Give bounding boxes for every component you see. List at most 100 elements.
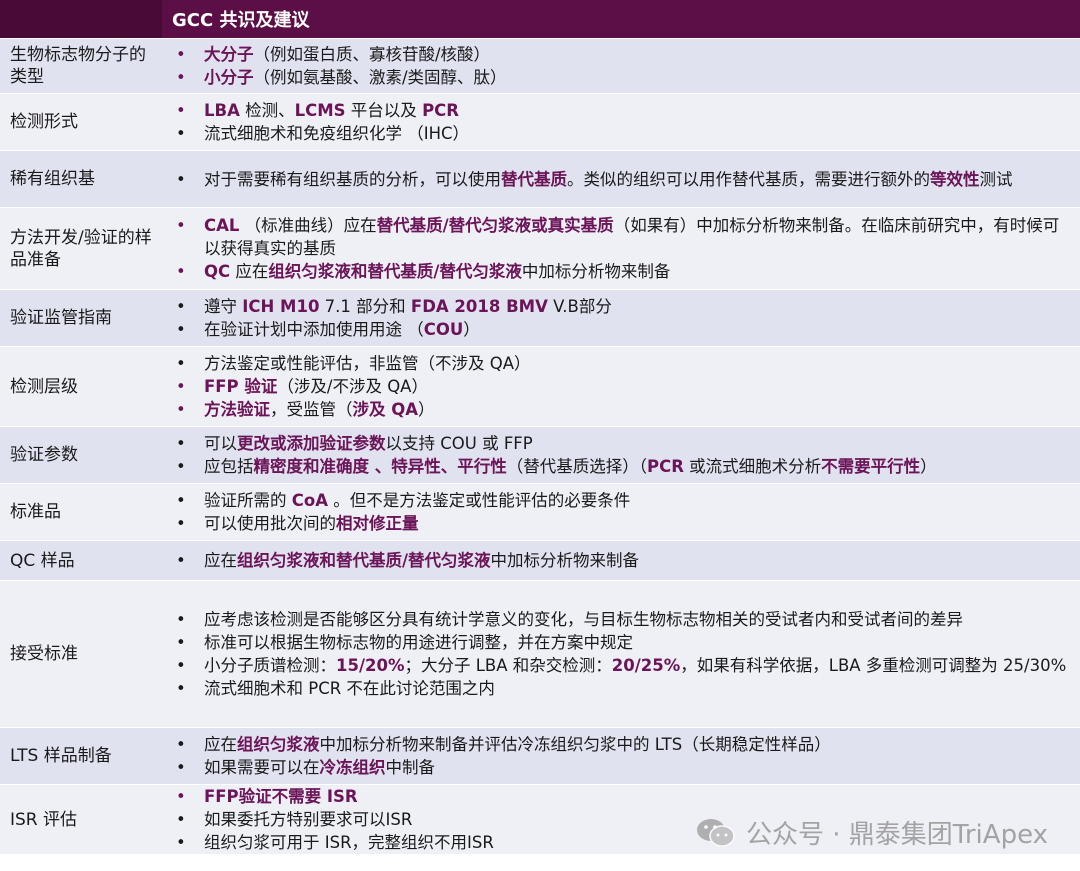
highlight-text: 20/25%: [611, 656, 681, 675]
table-row: 验证参数可以更改或添加验证参数以支持 COU 或 FFP应包括精密度和准确度 、…: [0, 426, 1080, 484]
row-label: 生物标志物分子的类型: [0, 38, 162, 94]
row-content: CAL （标准曲线）应在替代基质/替代匀浆液或真实基质（如果有）中加标分析物来制…: [162, 207, 1080, 290]
highlight-text: 小分子: [204, 68, 254, 87]
table-row: 检测层级 方法鉴定或性能评估，非监管（不涉及 QA） FFP 验证（涉及/不涉及 Q…: [0, 346, 1080, 427]
row-label: ISR 评估: [0, 784, 162, 855]
table-row: LTS 样品制备应在组织匀浆液中加标分析物来制备并评估冷冻组织匀浆中的 LTS（…: [0, 727, 1080, 785]
body-text: 小分子质谱检测：: [204, 656, 336, 675]
body-text: 应包括: [204, 457, 254, 476]
body-text: 。类似的组织可以用作替代基质，需要进行额外的: [567, 169, 930, 189]
body-text: 中加标分析物来制备并评估冷冻组织匀浆中的 LTS（长期稳定性样品）: [319, 735, 831, 754]
table-row: 检测形式LBA 检测、LCMS 平台以及 PCR流式细胞术和免疫组织化学 （IH…: [0, 93, 1080, 151]
highlight-text: LBA: [204, 101, 240, 120]
bullet-list: CAL （标准曲线）应在替代基质/替代匀浆液或真实基质（如果有）中加标分析物来制…: [162, 214, 1074, 283]
row-label: 检测形式: [0, 93, 162, 151]
body-text: ）: [418, 400, 435, 419]
body-text: 应在: [204, 551, 237, 570]
body-text: 应考虑该检测是否能够区分具有统计学意义的变化，与目标生物标志物相关的受试者内和受…: [204, 610, 963, 629]
body-text: 如果需要可以在: [204, 758, 320, 777]
row-label: 验证参数: [0, 426, 162, 484]
row-label: 接受标准: [0, 580, 162, 728]
body-text: 可以: [204, 434, 237, 453]
bullet-list: LBA 检测、LCMS 平台以及 PCR 流式细胞术和免疫组织化学 （IHC）: [162, 99, 1074, 145]
bullet-item: 方法验证，受监管（涉及 QA）: [162, 398, 1074, 421]
bullet-list: 应在组织匀浆液中加标分析物来制备并评估冷冻组织匀浆中的 LTS（长期稳定性样品）…: [162, 733, 1074, 779]
body-text: 可以使用批次间的: [204, 514, 336, 533]
bullet-list: 大分子（例如蛋白质、寡核苷酸/核酸）小分子（例如氨基酸、激素/类固醇、肽）: [162, 43, 1074, 89]
row-label: 检测层级: [0, 346, 162, 427]
highlight-text: QC: [204, 262, 231, 281]
body-text: ，受监管（: [270, 400, 353, 419]
highlight-text: 15/20%: [336, 656, 405, 675]
body-text: ）: [463, 320, 480, 339]
row-content: 应考虑该检测是否能够区分具有统计学意义的变化，与目标生物标志物相关的受试者内和受…: [162, 580, 1080, 728]
highlight-text: 更改或添加验证参数: [237, 434, 386, 453]
row-content: 大分子（例如蛋白质、寡核苷酸/核酸）小分子（例如氨基酸、激素/类固醇、肽）: [162, 38, 1080, 94]
bullet-item: 标准可以根据生物标志物的用途进行调整，并在方案中规定: [162, 631, 1074, 654]
bullet-list: 对于需要稀有组织基质的分析，可以使用替代基质。类似的组织可以用作替代基质，需要进…: [162, 168, 1074, 191]
row-content: 方法鉴定或性能评估，非监管（不涉及 QA） FFP 验证（涉及/不涉及 QA）方法…: [162, 346, 1080, 427]
bullet-list: 验证所需的 CoA 。但不是方法鉴定或性能评估的必要条件可以使用批次间的相对修正…: [162, 489, 1074, 535]
bullet-item: 应考虑该检测是否能够区分具有统计学意义的变化，与目标生物标志物相关的受试者内和受…: [162, 608, 1074, 631]
bullet-item: FFP 验证（涉及/不涉及 QA）: [162, 375, 1074, 398]
highlight-text: 替代基质: [501, 169, 567, 189]
body-text: 7.1 部分和: [319, 297, 411, 316]
highlight-text: 涉及 QA: [352, 400, 419, 419]
body-text: ）: [920, 457, 937, 476]
table-title: GCC 共识及建议: [162, 0, 1080, 39]
table-header-row: GCC 共识及建议: [0, 0, 1080, 39]
table-row: 标准品验证所需的 CoA 。但不是方法鉴定或性能评估的必要条件可以使用批次间的相…: [0, 483, 1080, 541]
body-text: （标准曲线）应在: [239, 216, 377, 235]
highlight-text: LCMS: [294, 101, 346, 120]
table-row: 验证监管指南遵守 ICH M10 7.1 部分和 FDA 2018 BMV V.…: [0, 289, 1080, 347]
highlight-text: 相对修正量: [336, 514, 419, 533]
table-row: 方法开发/验证的样品准备CAL （标准曲线）应在替代基质/替代匀浆液或真实基质（…: [0, 207, 1080, 290]
body-text: ；大分子 LBA 和杂交检测：: [404, 656, 612, 675]
row-label: 验证监管指南: [0, 289, 162, 347]
body-text: 以支持 COU 或 FFP: [385, 434, 533, 453]
highlight-text: 不需要平行性: [821, 457, 921, 476]
bullet-item: 小分子质谱检测：15/20%；大分子 LBA 和杂交检测：20/25%，如果有科…: [162, 654, 1074, 677]
body-text: 对于需要稀有组织基质的分析，可以使用: [204, 169, 501, 189]
row-content: 应在组织匀浆液和替代基质/替代匀浆液中加标分析物来制备: [162, 540, 1080, 581]
watermark: 公众号 · 鼎泰集团TriApex: [696, 814, 1048, 851]
body-text: 组织匀浆可用于 ISR，完整组织不用ISR: [204, 833, 494, 852]
row-label: 稀有组织基: [0, 150, 162, 208]
highlight-text: 等效性: [930, 169, 980, 189]
row-label: 标准品: [0, 483, 162, 541]
row-label: 方法开发/验证的样品准备: [0, 207, 162, 290]
bullet-item: 可以更改或添加验证参数以支持 COU 或 FFP: [162, 432, 1074, 455]
bullet-item: 小分子（例如氨基酸、激素/类固醇、肽）: [162, 66, 1074, 89]
bullet-item: 在验证计划中添加使用用途 （COU）: [162, 318, 1074, 341]
row-content: 对于需要稀有组织基质的分析，可以使用替代基质。类似的组织可以用作替代基质，需要进…: [162, 150, 1080, 208]
body-text: 中加标分析物来制备: [521, 262, 671, 281]
table-row: QC 样品应在组织匀浆液和替代基质/替代匀浆液中加标分析物来制备: [0, 540, 1080, 581]
row-content: 可以更改或添加验证参数以支持 COU 或 FFP应包括精密度和准确度 、特异性、…: [162, 426, 1080, 484]
table-row: 稀有组织基对于需要稀有组织基质的分析，可以使用替代基质。类似的组织可以用作替代基…: [0, 150, 1080, 208]
row-content: LBA 检测、LCMS 平台以及 PCR 流式细胞术和免疫组织化学 （IHC）: [162, 93, 1080, 151]
highlight-text: CoA: [291, 491, 328, 510]
body-text: 流式细胞术和 PCR 不在此讨论范围之内: [204, 679, 495, 698]
bullet-item: LBA 检测、LCMS 平台以及 PCR: [162, 99, 1074, 122]
body-text: 方法鉴定或性能评估，非监管（不涉及 QA）: [204, 354, 531, 373]
highlight-text: 替代基质/替代匀浆液或真实基质: [376, 216, 614, 235]
bullet-item: 方法鉴定或性能评估，非监管（不涉及 QA）: [162, 352, 1074, 375]
bullet-item: 应在组织匀浆液中加标分析物来制备并评估冷冻组织匀浆中的 LTS（长期稳定性样品）: [162, 733, 1074, 756]
table-row: 生物标志物分子的类型大分子（例如蛋白质、寡核苷酸/核酸）小分子（例如氨基酸、激素…: [0, 38, 1080, 94]
bullet-item: CAL （标准曲线）应在替代基质/替代匀浆液或真实基质（如果有）中加标分析物来制…: [162, 214, 1074, 260]
bullet-item: 流式细胞术和免疫组织化学 （IHC）: [162, 122, 1074, 145]
body-text: 应在: [230, 262, 269, 281]
body-text: （例如蛋白质、寡核苷酸/核酸）: [253, 45, 491, 64]
bullet-item: 遵守 ICH M10 7.1 部分和 FDA 2018 BMV V.B部分: [162, 295, 1074, 318]
row-content: 遵守 ICH M10 7.1 部分和 FDA 2018 BMV V.B部分在验证…: [162, 289, 1080, 347]
body-text: 平台以及: [345, 101, 423, 120]
body-text: 如果委托方特别要求可以ISR: [204, 810, 413, 829]
bullet-item: 如果需要可以在冷冻组织中制备: [162, 756, 1074, 779]
body-text: 标准可以根据生物标志物的用途进行调整，并在方案中规定: [204, 633, 633, 652]
highlight-text: FDA 2018 BMV: [410, 297, 548, 316]
bullet-item: QC 应在组织匀浆液和替代基质/替代匀浆液中加标分析物来制备: [162, 260, 1074, 283]
bullet-item: 应在组织匀浆液和替代基质/替代匀浆液中加标分析物来制备: [162, 549, 1074, 572]
highlight-text: 组织匀浆液和替代基质/替代匀浆液: [237, 551, 491, 570]
body-text: 。但不是方法鉴定或性能评估的必要条件: [327, 491, 631, 510]
bullet-item: 大分子（例如蛋白质、寡核苷酸/核酸）: [162, 43, 1074, 66]
